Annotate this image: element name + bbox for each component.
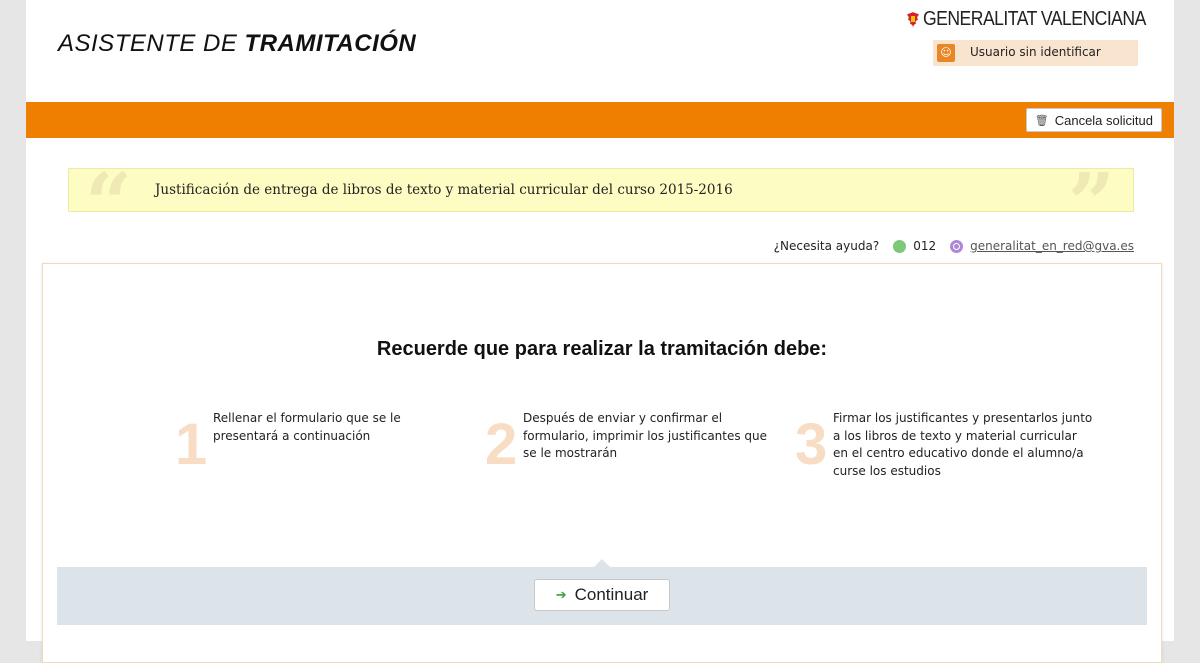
phone-icon [893,239,907,253]
app-title-main: TRAMITACIÓN [244,30,417,57]
help-email-link[interactable]: generalitat_en_red@gva.es [970,239,1134,253]
instructions-heading: Recuerde que para realizar la tramitació… [376,338,828,360]
bat-logo-icon [907,12,919,28]
brand-logo: GENERALITAT VALENCIANA [906,8,1146,38]
trash-icon: 🗑 [1034,114,1049,127]
step-number: 2 [485,412,518,477]
toolbar: 🗑 Cancela solicitud [26,102,1174,138]
user-status-label: Usuario sin identificar [970,45,1101,59]
step-number: 1 [175,412,208,477]
help-label: ¿Necesita ayuda? [773,239,880,253]
page-container: ASISTENTE DE TRAMITACIÓN GENERALITAT VAL… [26,0,1174,663]
app-title-prefix: ASISTENTE DE [58,30,238,57]
step-text: Después de enviar y confirmar el formula… [523,411,768,461]
cancel-request-button[interactable]: 🗑 Cancela solicitud [1025,108,1162,132]
user-status[interactable]: ☺ Usuario sin identificar [933,40,1138,66]
user-badge-icon: ☺ [937,44,955,62]
cancel-request-label: Cancela solicitud [1054,112,1153,128]
instructions-card: Recuerde que para realizar la tramitació… [42,263,1162,663]
step-text: Firmar los justificantes y presentarlos … [833,411,1093,479]
procedure-title: Justificación de entrega de libros de te… [155,182,733,198]
help-phone: 012 [913,239,937,253]
action-band: ➔ Continuar [57,559,1147,625]
open-quote-icon: “ [85,156,133,252]
arrow-right-icon: ➔ [555,587,567,602]
procedure-title-box: “ Justificación de entrega de libros de … [68,163,1134,245]
brand-name: GENERALITAT VALENCIANA [923,8,1146,30]
at-icon [950,239,964,253]
continue-label: Continuar [574,585,649,604]
help-bar: ¿Necesita ayuda? 012 generalitat_en_red@… [774,237,1134,255]
app-title: ASISTENTE DE TRAMITACIÓN [58,30,416,58]
close-quote-icon: ” [1067,156,1115,252]
step-text: Rellenar el formulario que se le present… [213,411,401,443]
step-number: 3 [795,412,828,477]
continue-button[interactable]: ➔ Continuar [534,579,670,611]
